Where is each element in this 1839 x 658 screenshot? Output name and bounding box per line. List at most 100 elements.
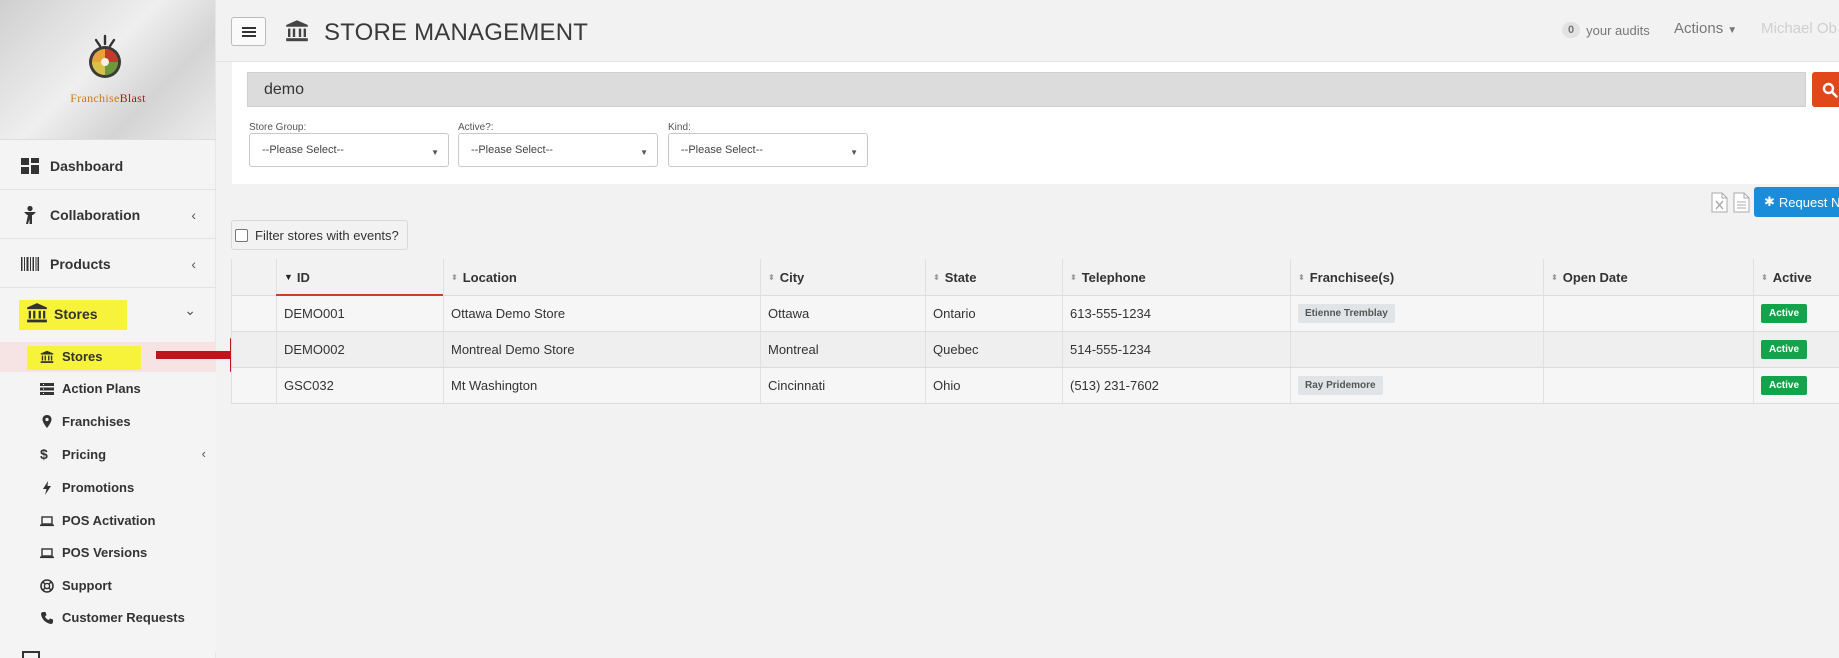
column-header-id[interactable]: ▼ ID — [276, 259, 443, 295]
sidebar-item-label: Stores — [54, 306, 98, 322]
sidebar-subitem-pos-versions[interactable]: POS Versions — [0, 539, 216, 567]
franchisee-tag[interactable]: Etienne Tremblay — [1298, 304, 1395, 323]
sort-icon: ⬍ — [1761, 272, 1768, 282]
cell-state: Ontario — [925, 296, 1062, 331]
table-row[interactable]: DEMO002 Montreal Demo Store Montreal Que… — [231, 332, 1839, 368]
sidebar-subitem-label: POS Versions — [62, 545, 148, 560]
hamburger-icon — [241, 26, 256, 37]
sidebar-subitem-support[interactable]: Support — [0, 572, 216, 600]
cell-telephone: (513) 231-7602 — [1062, 368, 1290, 403]
search-icon — [1822, 82, 1838, 98]
sidebar-item-collaboration[interactable]: Collaboration ‹ — [0, 191, 216, 239]
bolt-icon — [43, 481, 51, 495]
sidebar-subitem-franchises[interactable]: Franchises — [0, 408, 216, 436]
sidebar-item-stores[interactable]: Stores ⌄ — [0, 290, 216, 338]
status-badge[interactable]: Active — [1761, 376, 1808, 395]
store-group-value: --Please Select-- — [262, 144, 344, 156]
sidebar-subitem-label: Support — [62, 578, 112, 593]
sidebar-subitem-promotions[interactable]: Promotions — [0, 474, 216, 502]
actions-dropdown[interactable]: Actions ▼ — [1674, 20, 1737, 37]
lifebuoy-icon — [40, 579, 54, 593]
request-new-label: Request Ne — [1778, 194, 1839, 210]
cell-open-date — [1543, 332, 1753, 367]
sidebar-subitem-action-plans[interactable]: Action Plans — [0, 375, 216, 403]
column-header-open-date[interactable]: ⬍ Open Date — [1543, 259, 1753, 295]
your-audits-link[interactable]: 0 your audits — [1562, 22, 1650, 38]
user-menu[interactable]: Michael Ob — [1761, 20, 1837, 37]
column-header-label: Franchisee(s) — [1309, 269, 1395, 285]
filter-events-control: Filter stores with events? — [231, 220, 408, 250]
dropdown-arrow-icon: ▼ — [640, 148, 648, 157]
row-select-header — [231, 259, 276, 295]
next-item-icon — [22, 651, 40, 658]
status-badge[interactable]: Active — [1761, 340, 1808, 359]
franchisee-tag[interactable]: Ray Pridemore — [1298, 376, 1383, 395]
cell-state: Ohio — [925, 368, 1062, 403]
phone-icon — [41, 612, 53, 624]
filter-events-checkbox[interactable] — [235, 228, 248, 242]
dropdown-arrow-icon: ▼ — [431, 148, 439, 157]
audits-count-badge: 0 — [1562, 22, 1581, 38]
sort-icon: ⬍ — [451, 272, 458, 282]
brand-wordmark: FranchiseBlast — [0, 91, 216, 106]
cell-active: Active — [1753, 332, 1839, 367]
cell-id: GSC032 — [276, 368, 443, 403]
cell-state: Quebec — [925, 332, 1062, 367]
caret-down-icon: ▼ — [1727, 25, 1738, 36]
sidebar-item-dashboard[interactable]: Dashboard — [0, 142, 216, 190]
sidebar-item-products[interactable]: Products ‹ — [0, 240, 216, 288]
table-row[interactable]: DEMO001 Ottawa Demo Store Ottawa Ontario… — [231, 296, 1839, 332]
cell-city: Montreal — [760, 332, 925, 367]
column-header-location[interactable]: ⬍ Location — [443, 259, 760, 295]
table-row[interactable]: GSC032 Mt Washington Cincinnati Ohio (51… — [231, 368, 1839, 404]
row-select-cell — [231, 368, 276, 403]
status-badge[interactable]: Active — [1761, 304, 1808, 323]
brand-logo[interactable]: FranchiseBlast — [0, 0, 215, 140]
filter-panel: demo Store Group: --Please Select-- ▼ Ac… — [232, 62, 1839, 184]
sidebar-subitem-pos-activation[interactable]: POS Activation — [0, 507, 216, 535]
search-button[interactable] — [1812, 72, 1839, 107]
sidebar-item-label: Collaboration — [50, 206, 141, 223]
column-header-active[interactable]: ⬍ Active — [1753, 259, 1839, 295]
kind-filter-select[interactable]: --Please Select-- ▼ — [668, 133, 868, 167]
brand-wordmark-second: Blast — [119, 91, 146, 105]
hamburger-menu-button[interactable] — [231, 17, 266, 46]
dollar-icon: $ — [40, 446, 48, 462]
column-header-label: ID — [296, 269, 310, 285]
sidebar: FranchiseBlast Dashboard Collaboration ‹… — [0, 0, 216, 658]
sidebar-subitem-label: Action Plans — [62, 381, 141, 396]
excel-export-icon[interactable] — [1711, 192, 1728, 213]
active-filter-select[interactable]: --Please Select-- ▼ — [458, 133, 658, 167]
chevron-left-icon: ‹ — [191, 255, 196, 272]
filter-events-label: Filter stores with events? — [255, 227, 399, 243]
cell-active: Active — [1753, 296, 1839, 331]
column-header-state[interactable]: ⬍ State — [925, 259, 1062, 295]
bank-icon — [40, 350, 54, 363]
sidebar-subitem-customer-requests[interactable]: Customer Requests — [0, 604, 216, 632]
franchiseblast-logo-icon — [89, 34, 121, 78]
column-header-city[interactable]: ⬍ City — [760, 259, 925, 295]
cell-telephone: 613-555-1234 — [1062, 296, 1290, 331]
cell-city: Cincinnati — [760, 368, 925, 403]
column-header-label: Location — [462, 269, 517, 285]
column-header-label: Open Date — [1562, 269, 1628, 285]
active-filter-label: Active?: — [458, 122, 494, 133]
request-new-button[interactable]: ✱ Request Ne — [1754, 187, 1839, 217]
sidebar-subitem-label: Promotions — [62, 480, 135, 495]
actions-label: Actions — [1674, 20, 1724, 37]
active-filter-value: --Please Select-- — [471, 144, 553, 156]
kind-filter-value: --Please Select-- — [681, 144, 763, 156]
document-export-icon[interactable] — [1733, 192, 1750, 213]
sidebar-item-label: Dashboard — [50, 157, 124, 174]
column-header-telephone[interactable]: ⬍ Telephone — [1062, 259, 1290, 295]
sidebar-subitem-pricing[interactable]: $ Pricing ‹ — [0, 441, 216, 469]
sort-icon: ⬍ — [1298, 272, 1305, 282]
page-title: STORE MANAGEMENT — [324, 19, 589, 46]
search-input[interactable]: demo — [247, 72, 1806, 107]
store-group-select[interactable]: --Please Select-- ▼ — [249, 133, 449, 167]
sidebar-subitem-label: POS Activation — [62, 513, 156, 528]
store-group-label: Store Group: — [249, 122, 307, 133]
column-header-label: City — [779, 269, 805, 285]
column-header-label: Active — [1772, 269, 1812, 285]
column-header-franchisees[interactable]: ⬍ Franchisee(s) — [1290, 259, 1543, 295]
